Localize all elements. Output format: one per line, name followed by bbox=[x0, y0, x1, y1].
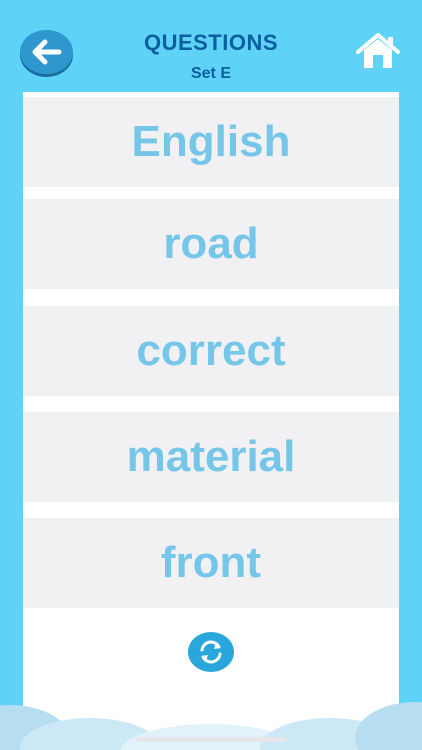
word-card[interactable]: English bbox=[23, 97, 399, 187]
word-card[interactable]: front bbox=[23, 518, 399, 608]
word-card[interactable]: correct bbox=[23, 306, 399, 396]
refresh-button[interactable] bbox=[188, 632, 234, 672]
header: QUESTIONS Set E bbox=[0, 0, 422, 92]
word-list-panel: English road correct material front bbox=[23, 92, 399, 732]
word-card[interactable]: road bbox=[23, 199, 399, 289]
home-icon[interactable] bbox=[354, 32, 402, 70]
refresh-icon bbox=[200, 640, 222, 664]
word-card[interactable]: material bbox=[23, 412, 399, 502]
home-indicator bbox=[136, 737, 286, 742]
